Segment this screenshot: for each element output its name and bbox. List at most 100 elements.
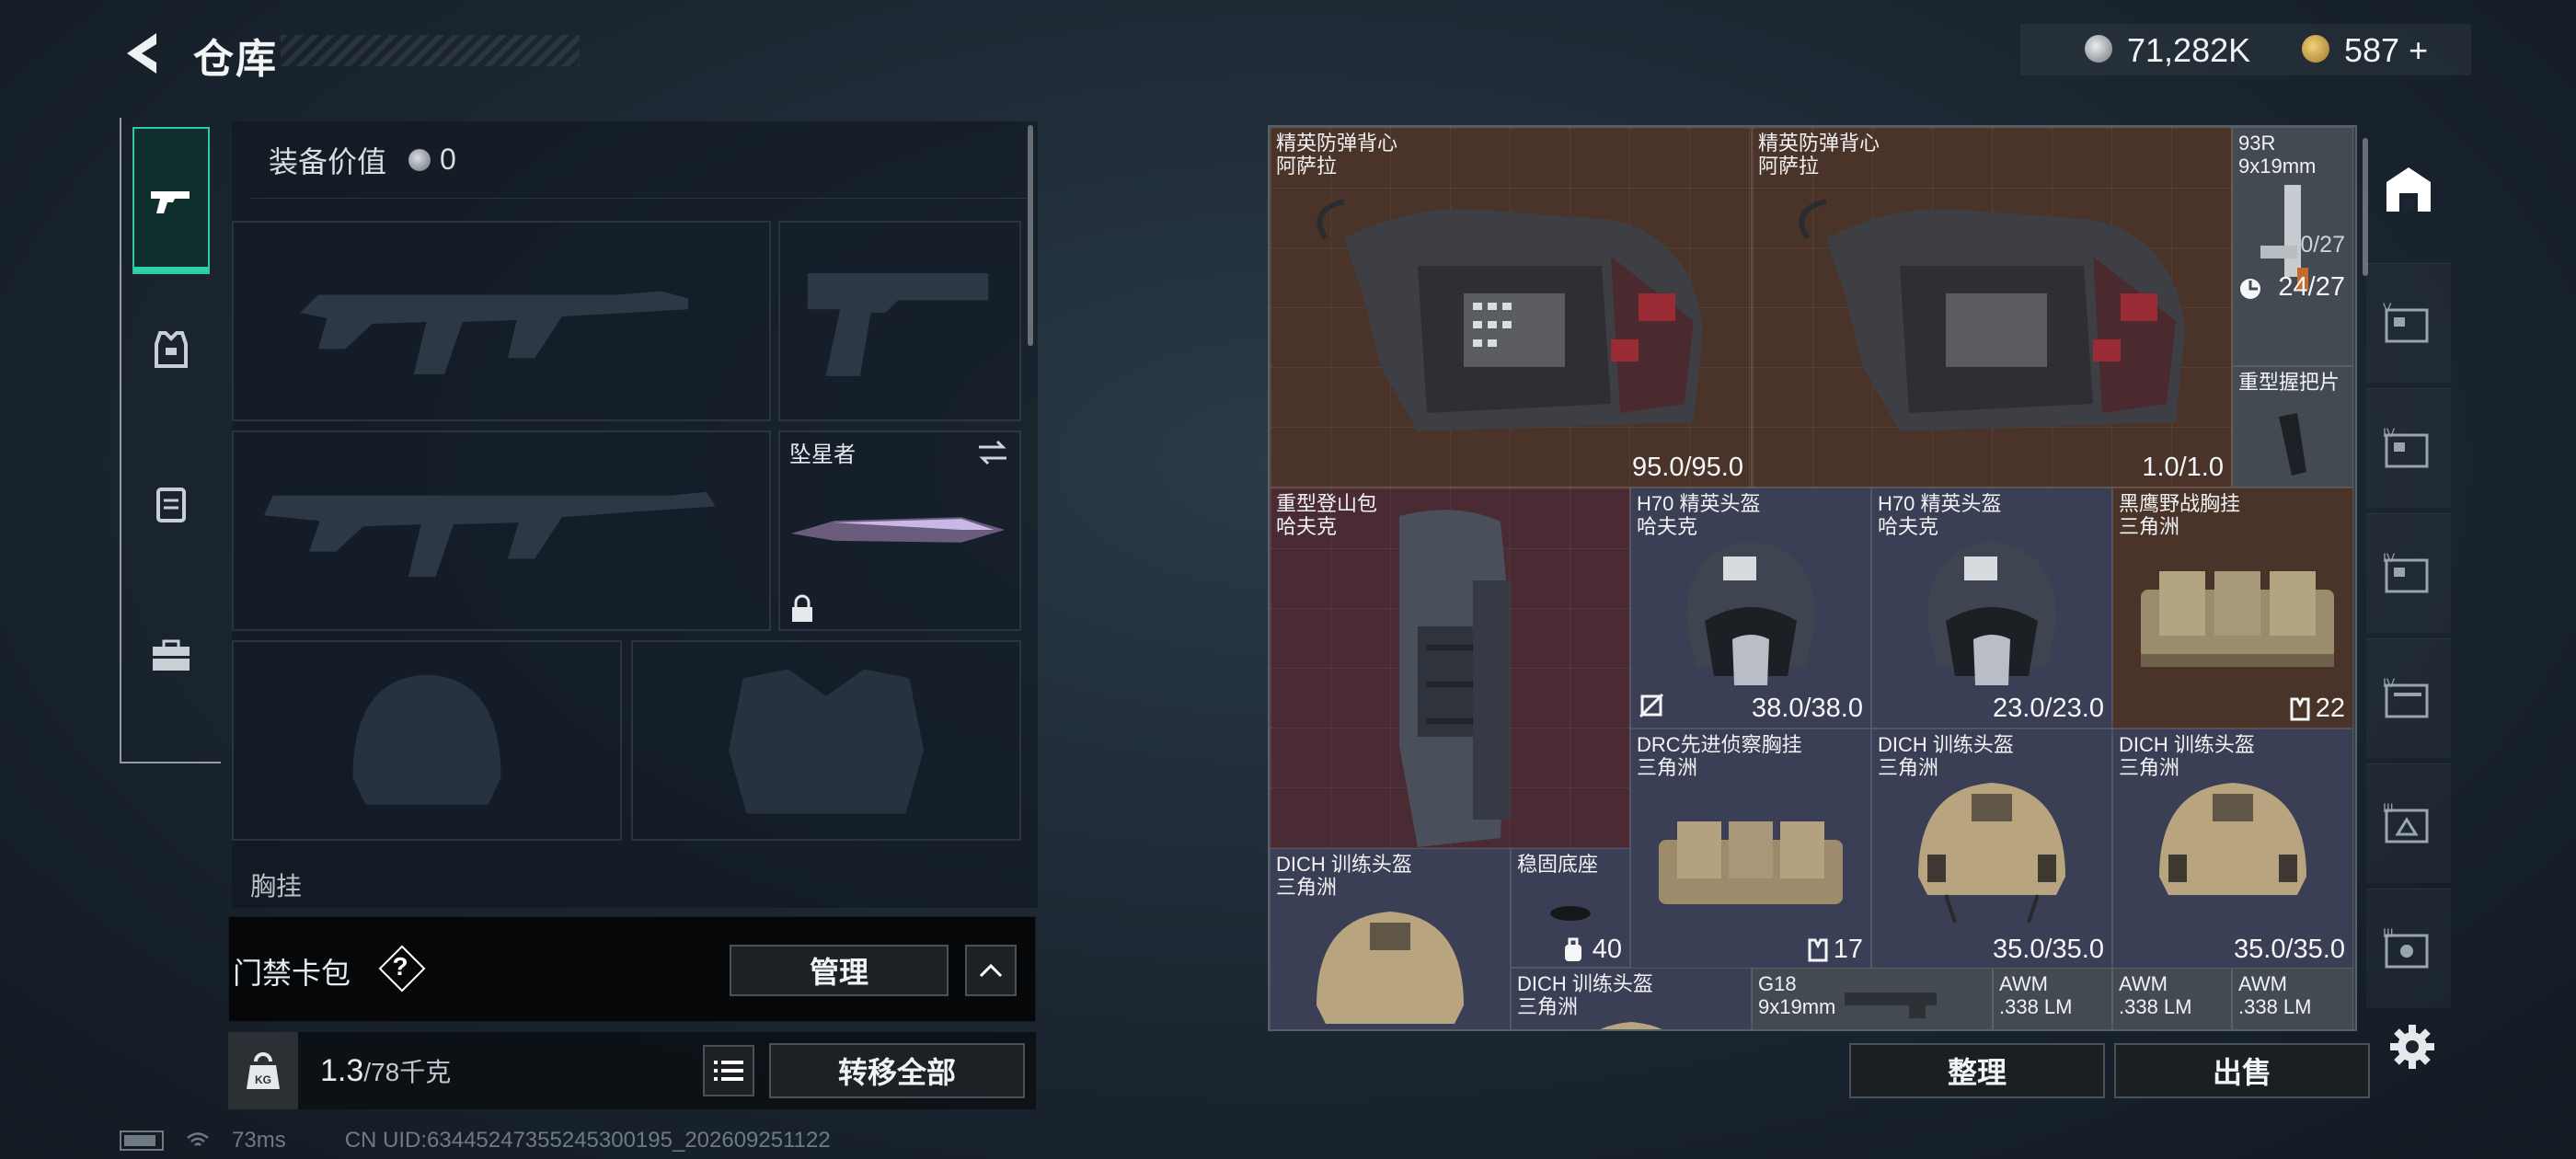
nav-weapons[interactable] <box>132 127 210 274</box>
bipod-art <box>1550 906 1591 921</box>
item-name: AWM .338 LM <box>2238 972 2312 1018</box>
weight-max: /78千克 <box>363 1058 452 1086</box>
item-name: H70 精英头盔 哈夫克 <box>1637 492 1761 538</box>
list-view-button[interactable] <box>703 1045 754 1096</box>
loadout-scrollbar[interactable] <box>1028 125 1033 346</box>
stash-item-chest-rig-drc[interactable]: DRC先进侦察胸挂 三角洲 17 <box>1630 729 1871 970</box>
back-arrow-icon[interactable] <box>120 28 166 79</box>
stash-item-chest-rig-blackhawk[interactable]: 黑鹰野战胸挂 三角洲 22 <box>2112 488 2353 729</box>
stash-tier-icon: IV <box>2383 550 2429 592</box>
weight-current: 1.3 <box>320 1053 364 1088</box>
item-name: 精英防弹背心 阿萨拉 <box>1758 132 1880 178</box>
stash-tab-2[interactable]: IV <box>2366 388 2451 508</box>
armor-slot[interactable] <box>631 640 1021 841</box>
helmet-silhouette-icon <box>352 674 501 805</box>
item-name: 重型登山包 哈夫克 <box>1276 492 1378 538</box>
knife-icon <box>790 517 1006 543</box>
stash-tab-5[interactable]: III <box>2366 763 2451 883</box>
help-icon[interactable]: ? <box>382 948 419 985</box>
stash-item-awm-3[interactable]: AWM .338 LM <box>2232 968 2353 1029</box>
primary-weapon-slot[interactable] <box>232 221 771 421</box>
item-ammo: 0/27 <box>2300 232 2345 258</box>
backpack-icon <box>156 488 186 522</box>
repair-icon <box>1639 693 1664 718</box>
keycard-label: 门禁卡包 <box>233 957 351 990</box>
item-durability: 1.0/1.0 <box>2142 453 2224 482</box>
vest-icon <box>155 331 188 368</box>
pistol-silhouette-icon <box>807 272 989 376</box>
equip-value-label: 装备价值 <box>269 144 387 178</box>
status-bar: 73ms CN UID:63445247355245300195_2026092… <box>120 1128 831 1153</box>
stash-item-helmet-h70-2[interactable]: H70 精英头盔 哈夫克 23.0/23.0 <box>1871 488 2112 729</box>
stash-item-vest-1[interactable]: 精英防弹背心 阿萨拉 95.0/95.0 <box>1270 127 1752 488</box>
stash-item-awm-1[interactable]: AWM .338 LM <box>1993 968 2112 1029</box>
kg-badge-text: KG <box>255 1073 271 1086</box>
silver-coin-icon <box>2085 35 2112 63</box>
stash-tier-icon: III <box>2383 800 2429 843</box>
stash-item-awm-2[interactable]: AWM .338 LM <box>2112 968 2232 1029</box>
sell-button[interactable]: 出售 <box>2114 1043 2370 1098</box>
chevron-up-icon <box>979 963 1003 978</box>
stash-item-helmet-dich-1[interactable]: DICH 训练头盔 三角洲 35.0/35.0 <box>1871 729 2112 970</box>
item-name: 稳固底座 <box>1517 853 1599 876</box>
item-timer: 24/27 <box>2278 272 2345 302</box>
collapse-button[interactable] <box>965 945 1017 996</box>
tier-label: IV <box>2383 675 2396 690</box>
nav-armor[interactable] <box>132 276 210 423</box>
tier-label: III <box>2383 800 2394 815</box>
nav-case[interactable] <box>132 582 210 729</box>
helmet-slot[interactable] <box>232 640 622 841</box>
swap-icon[interactable] <box>975 438 1010 467</box>
gold-coin-icon <box>2302 35 2329 63</box>
item-capacity: 22 <box>2290 694 2345 724</box>
stash-tab-6[interactable]: III <box>2366 889 2451 1008</box>
stash-tab-1[interactable]: V <box>2366 263 2451 383</box>
helmet-art <box>2159 783 2306 895</box>
stash-item-helmet-h70-1[interactable]: H70 精英头盔 哈夫克 38.0/38.0 <box>1630 488 1871 729</box>
item-name: G18 9x19mm <box>1758 972 1836 1018</box>
gear-icon[interactable] <box>2386 1021 2438 1073</box>
pistol-icon <box>151 191 190 213</box>
helmet-art <box>1927 542 2056 685</box>
stash-tab-4[interactable]: IV <box>2366 638 2451 758</box>
item-durability: 95.0/95.0 <box>1632 453 1743 482</box>
stash-item-helmet-dich-3[interactable]: DICH 训练头盔 三角洲 <box>1270 848 1511 1029</box>
secondary-weapon-slot[interactable] <box>232 430 771 631</box>
stash-tab-3[interactable]: IV <box>2366 513 2451 633</box>
stash-item-g18[interactable]: G18 9x19mm <box>1752 968 1993 1029</box>
backpack-art <box>1399 510 1510 847</box>
tier-label: III <box>2383 925 2394 940</box>
helmet-art <box>1317 912 1464 1024</box>
item-durability: 38.0/38.0 <box>1752 694 1863 723</box>
uid: CN UID:63445247355245300195_202609251122 <box>344 1128 831 1153</box>
pistol-slot[interactable] <box>778 221 1021 421</box>
transfer-all-button[interactable]: 转移全部 <box>769 1043 1025 1098</box>
item-name: 精英防弹背心 阿萨拉 <box>1276 132 1398 178</box>
stash-item-93r[interactable]: 93R 9x19mm 0/27 24/27 <box>2232 127 2353 366</box>
stash-item-vest-2[interactable]: 精英防弹背心 阿萨拉 1.0/1.0 <box>1752 127 2232 488</box>
item-name: AWM .338 LM <box>1999 972 2073 1018</box>
helmet-art <box>1686 542 1815 685</box>
keycard-bar: 门禁卡包 ? 管理 <box>228 916 1036 1022</box>
stash-tier-icon: V <box>2383 300 2429 342</box>
nav-backpack[interactable] <box>132 430 210 578</box>
coupon-amount[interactable]: 587 + <box>2344 31 2428 70</box>
stash-item-grip[interactable]: 重型握把片 <box>2232 366 2353 488</box>
kettlebell-icon: KG <box>247 1052 280 1089</box>
chest-rig-capacity-icon <box>1808 938 1828 961</box>
stash-item-helmet-dich-4[interactable]: DICH 训练头盔 三角洲 <box>1511 968 1752 1029</box>
coupon-value: 587 <box>2344 31 2400 69</box>
stash-item-helmet-dich-2[interactable]: DICH 训练头盔 三角洲 35.0/35.0 <box>2112 729 2353 970</box>
stash-home-tab[interactable] <box>2366 125 2451 254</box>
manage-button[interactable]: 管理 <box>730 945 949 996</box>
rifle-silhouette-icon <box>263 491 716 578</box>
add-currency-button[interactable]: + <box>2409 31 2428 69</box>
equip-value-row: 装备价值 0 <box>250 121 1027 199</box>
stash-grid[interactable]: 精英防弹背心 阿萨拉 95.0/95.0 精英防弹背心 阿萨拉 1.0/1.0 9 <box>1268 125 2357 1031</box>
lock-icon <box>792 594 812 622</box>
sort-button[interactable]: 整理 <box>1849 1043 2105 1098</box>
melee-slot[interactable]: 坠星者 <box>778 430 1021 631</box>
item-name: 黑鹰野战胸挂 三角洲 <box>2119 492 2241 538</box>
item-capacity: 17 <box>1808 935 1863 965</box>
briefcase-icon <box>153 639 190 671</box>
